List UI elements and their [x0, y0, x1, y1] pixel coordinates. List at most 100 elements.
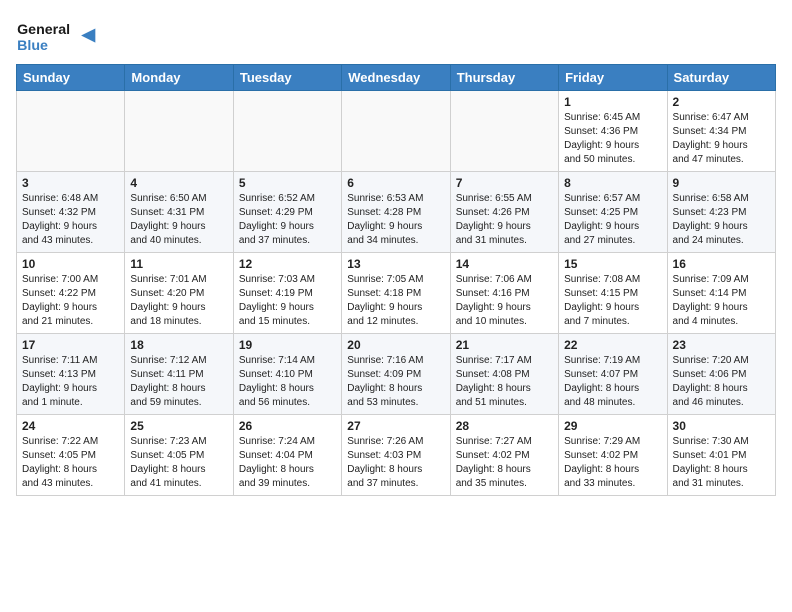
- logo-svg: General Blue: [16, 16, 116, 56]
- cell-4-7: 23 Sunrise: 7:20 AM Sunset: 4:06 PM Dayli…: [667, 334, 775, 415]
- day-number: 24: [22, 419, 119, 433]
- day-number: 21: [456, 338, 553, 352]
- day-number: 1: [564, 95, 661, 109]
- cell-3-7: 16Sunrise: 7:09 AM Sunset: 4:14 PM Dayli…: [667, 253, 775, 334]
- day-info: Sunrise: 7:11 AM Sunset: 4:13 PM Dayligh…: [22, 354, 119, 410]
- day-info: Sunrise: 7:24 AM Sunset: 4:04 PM Dayligh…: [239, 435, 336, 491]
- cell-2-1: 3Sunrise: 6:48 AM Sunset: 4:32 PM Daylig…: [17, 172, 125, 253]
- day-info: Sunrise: 7:27 AM Sunset: 4:02 PM Dayligh…: [456, 435, 553, 491]
- day-info: Sunrise: 6:53 AM Sunset: 4:28 PM Dayligh…: [347, 192, 444, 248]
- day-info: Sunrise: 7:01 AM Sunset: 4:20 PM Dayligh…: [130, 273, 227, 329]
- col-header-sunday: Sunday: [17, 65, 125, 91]
- day-info: Sunrise: 6:47 AM Sunset: 4:34 PM Dayligh…: [673, 111, 770, 167]
- cell-3-4: 13 Sunrise: 7:05 AM Sunset: 4:18 PM Dayli…: [342, 253, 450, 334]
- col-header-friday: Friday: [559, 65, 667, 91]
- cell-5-6: 29Sunrise: 7:29 AM Sunset: 4:02 PM Dayli…: [559, 415, 667, 496]
- day-number: 9: [673, 176, 770, 190]
- day-number: 23: [673, 338, 770, 352]
- week-row-1: 1Sunrise: 6:45 AM Sunset: 4:36 PM Daylig…: [17, 91, 776, 172]
- cell-5-3: 26 Sunrise: 7:24 AM Sunset: 4:04 PM Dayli…: [233, 415, 341, 496]
- day-number: 25: [130, 419, 227, 433]
- cell-3-1: 10 Sunrise: 7:00 AM Sunset: 4:22 PM Dayli…: [17, 253, 125, 334]
- day-number: 26: [239, 419, 336, 433]
- cell-4-3: 19Sunrise: 7:14 AM Sunset: 4:10 PM Dayli…: [233, 334, 341, 415]
- day-info: Sunrise: 7:23 AM Sunset: 4:05 PM Dayligh…: [130, 435, 227, 491]
- week-row-5: 24 Sunrise: 7:22 AM Sunset: 4:05 PM Dayli…: [17, 415, 776, 496]
- day-info: Sunrise: 7:06 AM Sunset: 4:16 PM Dayligh…: [456, 273, 553, 329]
- day-number: 27: [347, 419, 444, 433]
- col-header-monday: Monday: [125, 65, 233, 91]
- day-info: Sunrise: 7:17 AM Sunset: 4:08 PM Dayligh…: [456, 354, 553, 410]
- cell-1-5: [450, 91, 558, 172]
- day-number: 20: [347, 338, 444, 352]
- day-info: Sunrise: 7:22 AM Sunset: 4:05 PM Dayligh…: [22, 435, 119, 491]
- cell-1-3: [233, 91, 341, 172]
- cell-2-4: 6 Sunrise: 6:53 AM Sunset: 4:28 PM Daylig…: [342, 172, 450, 253]
- day-info: Sunrise: 7:30 AM Sunset: 4:01 PM Dayligh…: [673, 435, 770, 491]
- cell-1-6: 1Sunrise: 6:45 AM Sunset: 4:36 PM Daylig…: [559, 91, 667, 172]
- day-number: 10: [22, 257, 119, 271]
- day-info: Sunrise: 7:09 AM Sunset: 4:14 PM Dayligh…: [673, 273, 770, 329]
- day-number: 2: [673, 95, 770, 109]
- cell-2-6: 8 Sunrise: 6:57 AM Sunset: 4:25 PM Daylig…: [559, 172, 667, 253]
- cell-1-7: 2 Sunrise: 6:47 AM Sunset: 4:34 PM Daylig…: [667, 91, 775, 172]
- week-row-2: 3Sunrise: 6:48 AM Sunset: 4:32 PM Daylig…: [17, 172, 776, 253]
- day-info: Sunrise: 7:16 AM Sunset: 4:09 PM Dayligh…: [347, 354, 444, 410]
- cell-5-1: 24 Sunrise: 7:22 AM Sunset: 4:05 PM Dayli…: [17, 415, 125, 496]
- day-info: Sunrise: 7:05 AM Sunset: 4:18 PM Dayligh…: [347, 273, 444, 329]
- week-row-3: 10 Sunrise: 7:00 AM Sunset: 4:22 PM Dayli…: [17, 253, 776, 334]
- calendar-table: SundayMondayTuesdayWednesdayThursdayFrid…: [16, 64, 776, 496]
- day-info: Sunrise: 6:50 AM Sunset: 4:31 PM Dayligh…: [130, 192, 227, 248]
- cell-1-4: [342, 91, 450, 172]
- day-number: 28: [456, 419, 553, 433]
- header-row: SundayMondayTuesdayWednesdayThursdayFrid…: [17, 65, 776, 91]
- day-number: 30: [673, 419, 770, 433]
- day-info: Sunrise: 7:00 AM Sunset: 4:22 PM Dayligh…: [22, 273, 119, 329]
- day-number: 8: [564, 176, 661, 190]
- day-number: 14: [456, 257, 553, 271]
- week-row-4: 17 Sunrise: 7:11 AM Sunset: 4:13 PM Dayli…: [17, 334, 776, 415]
- logo: General Blue: [16, 16, 116, 56]
- cell-1-1: [17, 91, 125, 172]
- cell-3-2: 11Sunrise: 7:01 AM Sunset: 4:20 PM Dayli…: [125, 253, 233, 334]
- day-number: 17: [22, 338, 119, 352]
- cell-5-5: 28 Sunrise: 7:27 AM Sunset: 4:02 PM Dayli…: [450, 415, 558, 496]
- day-info: Sunrise: 7:20 AM Sunset: 4:06 PM Dayligh…: [673, 354, 770, 410]
- cell-4-1: 17 Sunrise: 7:11 AM Sunset: 4:13 PM Dayli…: [17, 334, 125, 415]
- col-header-thursday: Thursday: [450, 65, 558, 91]
- day-info: Sunrise: 7:14 AM Sunset: 4:10 PM Dayligh…: [239, 354, 336, 410]
- day-number: 5: [239, 176, 336, 190]
- page: General Blue SundayMondayTuesdayWednesda…: [0, 0, 792, 504]
- cell-2-3: 5 Sunrise: 6:52 AM Sunset: 4:29 PM Daylig…: [233, 172, 341, 253]
- svg-text:Blue: Blue: [17, 38, 48, 54]
- day-number: 3: [22, 176, 119, 190]
- day-number: 18: [130, 338, 227, 352]
- day-number: 6: [347, 176, 444, 190]
- cell-2-5: 7 Sunrise: 6:55 AM Sunset: 4:26 PM Daylig…: [450, 172, 558, 253]
- day-number: 7: [456, 176, 553, 190]
- day-info: Sunrise: 6:55 AM Sunset: 4:26 PM Dayligh…: [456, 192, 553, 248]
- day-info: Sunrise: 7:19 AM Sunset: 4:07 PM Dayligh…: [564, 354, 661, 410]
- cell-4-4: 20 Sunrise: 7:16 AM Sunset: 4:09 PM Dayli…: [342, 334, 450, 415]
- cell-3-6: 15Sunrise: 7:08 AM Sunset: 4:15 PM Dayli…: [559, 253, 667, 334]
- cell-3-5: 14 Sunrise: 7:06 AM Sunset: 4:16 PM Dayli…: [450, 253, 558, 334]
- day-number: 12: [239, 257, 336, 271]
- cell-4-5: 21 Sunrise: 7:17 AM Sunset: 4:08 PM Dayli…: [450, 334, 558, 415]
- svg-text:General: General: [17, 22, 70, 38]
- day-number: 15: [564, 257, 661, 271]
- col-header-tuesday: Tuesday: [233, 65, 341, 91]
- day-number: 22: [564, 338, 661, 352]
- cell-5-7: 30 Sunrise: 7:30 AM Sunset: 4:01 PM Dayli…: [667, 415, 775, 496]
- cell-2-2: 4Sunrise: 6:50 AM Sunset: 4:31 PM Daylig…: [125, 172, 233, 253]
- day-info: Sunrise: 6:52 AM Sunset: 4:29 PM Dayligh…: [239, 192, 336, 248]
- day-number: 13: [347, 257, 444, 271]
- day-info: Sunrise: 7:03 AM Sunset: 4:19 PM Dayligh…: [239, 273, 336, 329]
- cell-3-3: 12 Sunrise: 7:03 AM Sunset: 4:19 PM Dayli…: [233, 253, 341, 334]
- day-info: Sunrise: 6:57 AM Sunset: 4:25 PM Dayligh…: [564, 192, 661, 248]
- cell-5-4: 27 Sunrise: 7:26 AM Sunset: 4:03 PM Dayli…: [342, 415, 450, 496]
- col-header-wednesday: Wednesday: [342, 65, 450, 91]
- cell-2-7: 9Sunrise: 6:58 AM Sunset: 4:23 PM Daylig…: [667, 172, 775, 253]
- day-info: Sunrise: 7:12 AM Sunset: 4:11 PM Dayligh…: [130, 354, 227, 410]
- day-info: Sunrise: 7:26 AM Sunset: 4:03 PM Dayligh…: [347, 435, 444, 491]
- day-info: Sunrise: 7:29 AM Sunset: 4:02 PM Dayligh…: [564, 435, 661, 491]
